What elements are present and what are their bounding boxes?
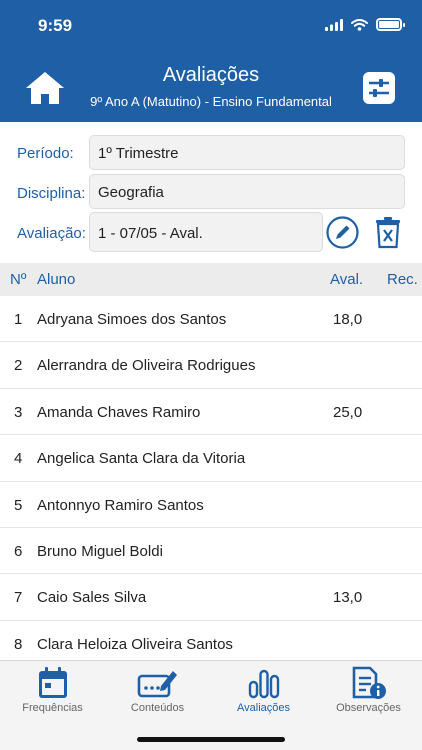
row-number: 2 (14, 357, 23, 375)
pencil-icon (326, 216, 359, 249)
row-number: 5 (14, 496, 23, 514)
periodo-select[interactable]: 1º Trimestre (89, 135, 405, 170)
bar-chart-icon (248, 669, 279, 699)
row-aluno-name: Alerrandra de Oliveira Rodrigues (37, 357, 256, 375)
page-title: Avaliações (162, 64, 260, 86)
tab-frequencias-label: Frequências (22, 702, 83, 714)
page-subtitle: 9º Ano A (Matutino) - Ensino Fundamental (90, 94, 332, 109)
tab-observacoes[interactable]: Observações (316, 666, 421, 714)
row-aval-score[interactable]: 13,0 (333, 589, 362, 606)
status-time: 9:59 (38, 16, 73, 35)
tab-avaliacoes[interactable]: Avaliações (211, 666, 316, 714)
col-header-aluno: Aluno (37, 271, 76, 288)
disciplina-label: Disciplina: (17, 185, 86, 202)
student-list: 1 Adryana Simoes dos Santos 18,0 2 Alerrandr… (0, 296, 422, 660)
row-aluno-name: Adryana Simoes dos Santos (37, 311, 227, 328)
col-header-rec: Rec. (387, 271, 418, 288)
tab-observacoes-label: Observações (336, 702, 401, 714)
disciplina-select[interactable]: Geografia (89, 174, 405, 209)
battery-icon (376, 18, 405, 31)
battery-level (379, 21, 399, 28)
row-number: 6 (14, 542, 23, 560)
sliders-icon (363, 72, 395, 104)
avaliacao-select[interactable]: 1 - 07/05 - Aval. (89, 212, 323, 252)
tab-conteudos[interactable]: Conteúdos (105, 666, 210, 714)
row-number: 3 (14, 403, 23, 421)
status-icons (325, 18, 405, 31)
wifi-icon (351, 18, 368, 31)
row-number: 7 (14, 589, 23, 607)
tab-avaliacoes-label: Avaliações (237, 702, 290, 714)
row-aluno-name: Bruno Miguel Boldi (37, 542, 163, 560)
row-number: 1 (14, 311, 23, 328)
row-aval-score[interactable]: 18,0 (333, 311, 362, 328)
signal-icon (325, 18, 343, 31)
row-aluno-name: Angelica Santa Clara da Vitoria (37, 450, 246, 468)
app-header: 9:59 Avaliações 9º Ano A (Matutino) - En… (0, 0, 422, 122)
calendar-icon (38, 667, 67, 698)
content-edit-icon (137, 671, 177, 698)
settings-button[interactable] (362, 71, 396, 105)
document-info-icon (352, 666, 386, 699)
table-row[interactable]: 3 Amanda Chaves Ramiro 25,0 (0, 389, 422, 436)
avaliacao-label: Avaliação: (17, 225, 86, 242)
table-row[interactable]: 6 Bruno Miguel Boldi (0, 528, 422, 575)
table-row[interactable]: 4 Angelica Santa Clara da Vitoria (0, 435, 422, 482)
tab-frequencias[interactable]: Frequências (0, 666, 105, 714)
edit-avaliacao-button[interactable] (326, 216, 359, 254)
table-row[interactable]: 1 Adryana Simoes dos Santos 18,0 (0, 296, 422, 343)
row-aval-score[interactable]: 25,0 (333, 404, 362, 421)
row-aluno-name: Caio Sales Silva (37, 589, 147, 607)
row-number: 4 (14, 450, 23, 468)
row-aluno-name: Clara Heloiza Oliveira Santos (37, 635, 233, 653)
filter-panel: Período: 1º Trimestre Disciplina: Geogra… (0, 122, 422, 263)
row-number: 8 (14, 635, 23, 653)
periodo-label: Período: (17, 145, 74, 162)
row-aluno-name: Antonnyo Ramiro Santos (37, 496, 204, 514)
table-row[interactable]: 2 Alerrandra de Oliveira Rodrigues (0, 342, 422, 389)
home-indicator (137, 737, 285, 742)
trash-icon (376, 217, 400, 249)
tab-conteudos-label: Conteúdos (130, 702, 185, 714)
table-row[interactable]: 7 Caio Sales Silva 13,0 (0, 574, 422, 621)
table-header: Nº Aluno Aval. Rec. (0, 263, 422, 296)
row-aluno-name: Amanda Chaves Ramiro (37, 403, 201, 421)
table-row[interactable]: 8 Clara Heloiza Oliveira Santos (0, 621, 422, 660)
table-row[interactable]: 5 Antonnyo Ramiro Santos (0, 482, 422, 528)
col-header-aval: Aval. (330, 271, 364, 288)
col-header-number: Nº (10, 271, 27, 288)
delete-avaliacao-button[interactable] (374, 216, 402, 254)
